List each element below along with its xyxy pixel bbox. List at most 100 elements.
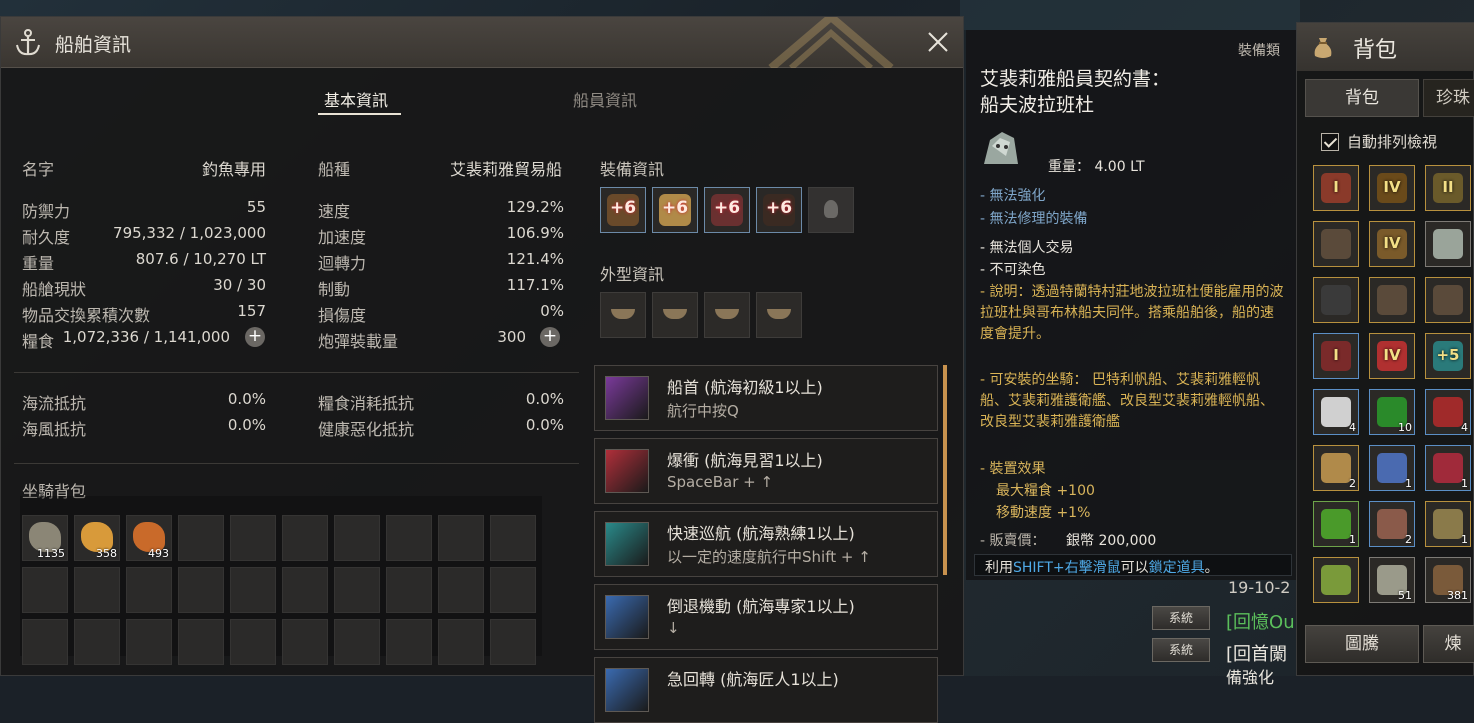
ship-skill[interactable]: 爆衝 (航海見習1以上) SpaceBar + ↑ (594, 438, 938, 504)
enhance-level: IV (1383, 178, 1401, 196)
tooltip-weight: 重量： 4.00 LT (1048, 159, 1145, 175)
inventory-slot[interactable]: 51 (1369, 557, 1415, 603)
mount-bag-slot[interactable] (386, 567, 432, 613)
mount-bag-slot[interactable] (22, 619, 68, 665)
mount-bag-slot[interactable] (334, 567, 380, 613)
craft-button[interactable]: 煉 (1423, 625, 1474, 663)
mount-bag-slot[interactable] (126, 619, 172, 665)
chat-system-button[interactable]: 系統 (1152, 606, 1210, 630)
ship-skill[interactable]: 倒退機動 (航海專家1以上) ↓ (594, 584, 938, 650)
mount-bag-slot[interactable] (334, 515, 380, 561)
inventory-slot[interactable]: 2 (1313, 445, 1359, 491)
inventory-slot[interactable]: IV (1369, 221, 1415, 267)
mount-bag-slot[interactable] (490, 515, 536, 561)
inventory-slot[interactable]: 1 (1425, 501, 1471, 547)
inventory-slot[interactable]: 381 (1425, 557, 1471, 603)
mount-bag-slot[interactable] (230, 619, 276, 665)
add-food-button[interactable]: + (245, 327, 265, 347)
mount-bag-slot[interactable] (230, 515, 276, 561)
stat-value: 0% (540, 302, 564, 320)
close-icon[interactable] (925, 29, 951, 55)
herb-icon (1321, 565, 1351, 595)
mount-bag-slot[interactable]: 493 (126, 515, 172, 561)
skill-name: 快速巡航 (航海熟練1以上) (667, 524, 855, 543)
mount-bag-slot[interactable] (438, 515, 484, 561)
inventory-slot[interactable]: II (1425, 165, 1471, 211)
divider (14, 463, 579, 464)
gauntlet-icon (1321, 229, 1351, 259)
inventory-slot[interactable]: 4 (1425, 389, 1471, 435)
equipment-title: 裝備資訊 (600, 160, 665, 179)
mount-bag-slot[interactable] (282, 619, 328, 665)
map-strip (960, 0, 1300, 30)
mount-bag-slot[interactable]: 358 (74, 515, 120, 561)
skill-list-scrollbar[interactable] (943, 365, 947, 575)
equipment-slot[interactable]: +6 (756, 187, 802, 233)
mount-bag-slot[interactable] (438, 619, 484, 665)
shard-icon (1377, 453, 1407, 483)
inventory-slot[interactable]: 2 (1369, 501, 1415, 547)
tooltip-lock-hint: 利用SHIFT+右擊滑鼠可以鎖定道具。 (974, 554, 1292, 576)
tab-inventory[interactable]: 背包 (1305, 79, 1419, 117)
equipment-slot[interactable]: +6 (652, 187, 698, 233)
equipment-slot[interactable]: +6 (704, 187, 750, 233)
tab-pearl[interactable]: 珍珠 (1423, 79, 1474, 117)
mount-bag-slot[interactable] (386, 515, 432, 561)
mount-bag-slot[interactable]: 1135 (22, 515, 68, 561)
mount-bag-slot[interactable] (74, 567, 120, 613)
mount-bag-slot[interactable] (282, 515, 328, 561)
inventory-slot[interactable]: IV (1369, 333, 1415, 379)
mount-bag-slot[interactable] (490, 619, 536, 665)
inventory-slot[interactable]: I (1313, 165, 1359, 211)
mount-bag-slot[interactable] (178, 619, 224, 665)
mount-bag-slot[interactable] (438, 567, 484, 613)
inventory-slot[interactable] (1313, 277, 1359, 323)
appearance-slot[interactable] (756, 292, 802, 338)
mount-bag-slot[interactable] (74, 619, 120, 665)
mount-bag-slot[interactable] (386, 619, 432, 665)
inventory-slot[interactable] (1425, 277, 1471, 323)
spear-icon (1377, 285, 1407, 315)
mount-bag-slot[interactable] (178, 515, 224, 561)
tab-crew-info[interactable]: 船員資訊 (573, 87, 637, 111)
inventory-slot[interactable] (1425, 221, 1471, 267)
mount-bag-slot[interactable] (126, 567, 172, 613)
chat-system-button[interactable]: 系統 (1152, 638, 1210, 662)
stat-label: 重量 (22, 254, 55, 273)
appearance-slot[interactable] (600, 292, 646, 338)
mount-bag-slot[interactable] (282, 567, 328, 613)
inventory-slot[interactable]: +5 (1425, 333, 1471, 379)
appearance-slot[interactable] (652, 292, 698, 338)
ship-skill[interactable]: 船首 (航海初級1以上) 航行中按Q (594, 365, 938, 431)
mount-bag-slot[interactable] (22, 567, 68, 613)
inventory-slot[interactable]: 10 (1369, 389, 1415, 435)
ship-skill[interactable]: 急回轉 (航海匠人1以上) (594, 657, 938, 723)
food-consume-resist-label: 糧食消耗抵抗 (318, 394, 415, 413)
tab-basic-info[interactable]: 基本資訊 (324, 87, 388, 111)
totem-button[interactable]: 圖騰 (1305, 625, 1419, 663)
inventory-slot[interactable] (1369, 277, 1415, 323)
inventory-slot[interactable]: 1 (1369, 445, 1415, 491)
mount-bag-slot[interactable] (178, 567, 224, 613)
cannon-skin-icon (715, 309, 739, 319)
auto-sort-checkbox[interactable] (1321, 133, 1339, 151)
ship-type-label: 船種 (318, 160, 351, 179)
inventory-slot[interactable] (1313, 221, 1359, 267)
equipment-slot[interactable] (808, 187, 854, 233)
add-cannonball-button[interactable]: + (540, 327, 560, 347)
equipment-slot[interactable]: +6 (600, 187, 646, 233)
mount-bag-slot[interactable] (230, 567, 276, 613)
ship-skill[interactable]: 快速巡航 (航海熟練1以上) 以一定的速度航行中Shift + ↑ (594, 511, 938, 577)
inventory-slot[interactable]: I (1313, 333, 1359, 379)
inventory-slot[interactable]: IV (1369, 165, 1415, 211)
inventory-slot[interactable]: 4 (1313, 389, 1359, 435)
inventory-slot[interactable]: 1 (1313, 501, 1359, 547)
tooltip-price-label: - 販賣價： (980, 533, 1046, 549)
appearance-slot[interactable] (704, 292, 750, 338)
enhance-level: +6 (765, 198, 793, 218)
mount-bag-slot[interactable] (334, 619, 380, 665)
inventory-slot[interactable]: 1 (1425, 445, 1471, 491)
inventory-slot[interactable] (1313, 557, 1359, 603)
stat-value: 795,332 / 1,023,000 (113, 224, 266, 242)
mount-bag-slot[interactable] (490, 567, 536, 613)
